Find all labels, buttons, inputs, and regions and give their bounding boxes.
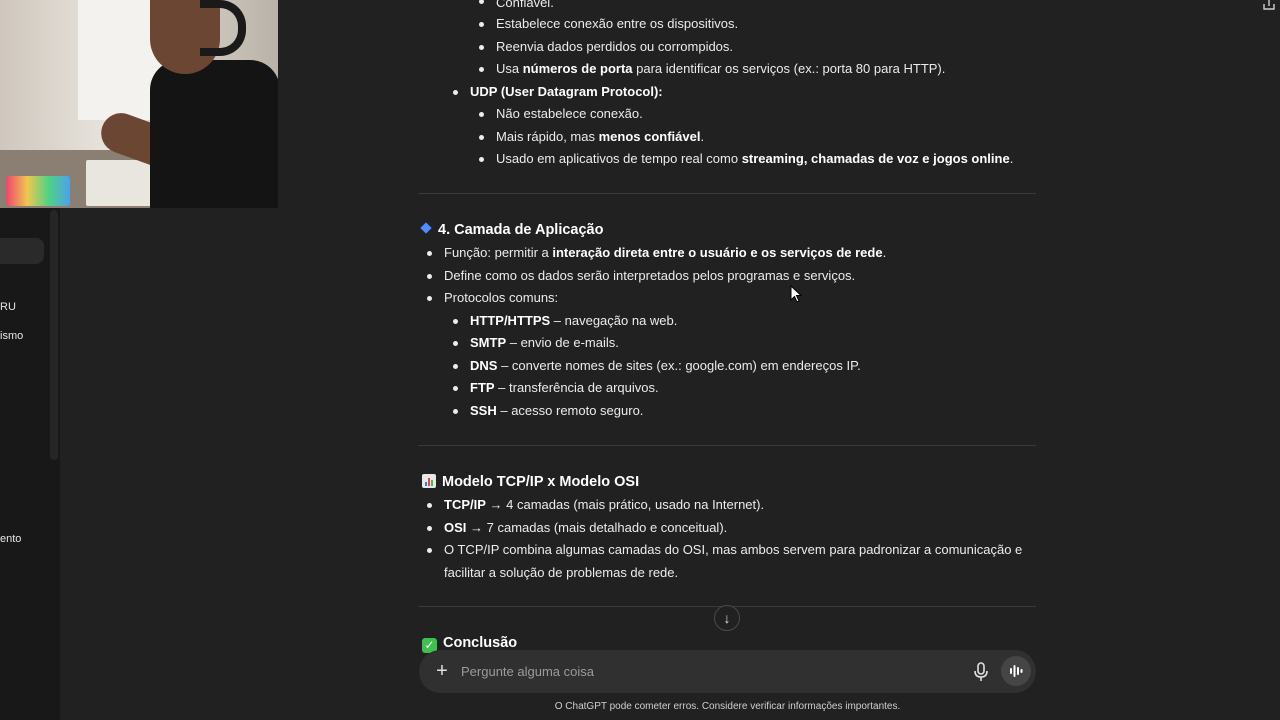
section-heading: 4. Camada de Aplicação <box>420 219 603 242</box>
list-bullet <box>427 548 432 553</box>
list-item: Usa números de porta para identificar os… <box>496 61 946 76</box>
list-bullet <box>427 251 432 256</box>
list-item: Protocolos comuns: <box>444 290 559 305</box>
webcam-overlay <box>0 0 278 208</box>
list-bullet <box>479 135 484 140</box>
bar-chart-icon <box>422 474 436 488</box>
list-bullet <box>453 364 458 369</box>
list-item: O TCP/IP combina algumas camadas do OSI,… <box>444 542 1023 557</box>
list-bullet <box>427 274 432 279</box>
sidebar-scrollbar[interactable] <box>50 210 58 460</box>
sidebar-item-chat-2[interactable]: ismo <box>0 330 23 342</box>
list-item: Reenvia dados perdidos ou corrompidos. <box>496 39 734 54</box>
list-bullet <box>479 45 484 50</box>
list-bullet <box>453 319 458 324</box>
list-item-continuation: facilitar a solução de problemas de rede… <box>444 565 679 580</box>
webcam-keyboard <box>6 176 70 206</box>
list-bullet <box>479 22 484 27</box>
disclaimer-text: O ChatGPT pode cometer erros. Considere … <box>554 701 901 712</box>
list-item: Estabelece conexão entre os dispositivos… <box>496 16 739 31</box>
prompt-input[interactable] <box>461 660 941 683</box>
scroll-to-bottom-button[interactable]: ↓ <box>714 605 740 631</box>
list-item: OSI → 7 camadas (mais detalhado e concei… <box>444 520 728 535</box>
blue-diamond-icon <box>420 222 432 234</box>
list-bullet <box>479 112 484 117</box>
list-bullet <box>453 386 458 391</box>
protocol-item: DNS – converte nomes de sites (ex.: goog… <box>470 358 861 373</box>
section-divider <box>418 193 1036 194</box>
list-bullet <box>427 296 432 301</box>
voice-mode-button[interactable] <box>1001 656 1031 686</box>
sidebar-item-chat-1[interactable]: RU <box>0 301 16 313</box>
webcam-headphones <box>200 0 246 56</box>
list-item: Função: permitir a interação direta entr… <box>444 245 887 260</box>
udp-title: UDP (User Datagram Protocol): <box>470 84 663 99</box>
protocol-item: SMTP – envio de e-mails. <box>470 335 619 350</box>
protocol-item: FTP – transferência de arquivos. <box>470 380 659 395</box>
list-bullet <box>479 67 484 72</box>
microphone-icon[interactable] <box>971 661 991 683</box>
list-bullet <box>479 0 484 4</box>
plus-icon[interactable]: + <box>431 659 453 683</box>
list-item: Usado em aplicativos de tempo real como … <box>496 151 1014 166</box>
app-window: RU ismo ento Confiável. Estabelece conex… <box>0 0 1280 720</box>
list-bullet <box>479 157 484 162</box>
list-bullet <box>453 341 458 346</box>
section-heading: Modelo TCP/IP x Modelo OSI <box>422 471 639 494</box>
list-item: TCP/IP → 4 camadas (mais prático, usado … <box>444 497 765 512</box>
mouse-cursor-icon <box>790 285 802 303</box>
share-icon[interactable] <box>1262 0 1276 10</box>
list-bullet <box>453 409 458 414</box>
sidebar-item-chat-3[interactable]: ento <box>0 533 21 545</box>
list-item: Mais rápido, mas menos confiável. <box>496 129 705 144</box>
list-item: Não estabelece conexão. <box>496 106 643 121</box>
message-composer: + <box>419 650 1036 693</box>
protocol-item: HTTP/HTTPS – navegação na web. <box>470 313 678 328</box>
section-divider <box>418 445 1036 446</box>
webcam-person-body <box>150 60 278 208</box>
list-bullet <box>453 90 458 95</box>
protocol-item: SSH – acesso remoto seguro. <box>470 403 644 418</box>
arrow-down-icon: ↓ <box>723 610 731 626</box>
list-bullet <box>427 526 432 531</box>
sidebar-active-item[interactable] <box>0 238 44 264</box>
list-bullet <box>427 503 432 508</box>
voice-mode-icon <box>1010 665 1023 677</box>
